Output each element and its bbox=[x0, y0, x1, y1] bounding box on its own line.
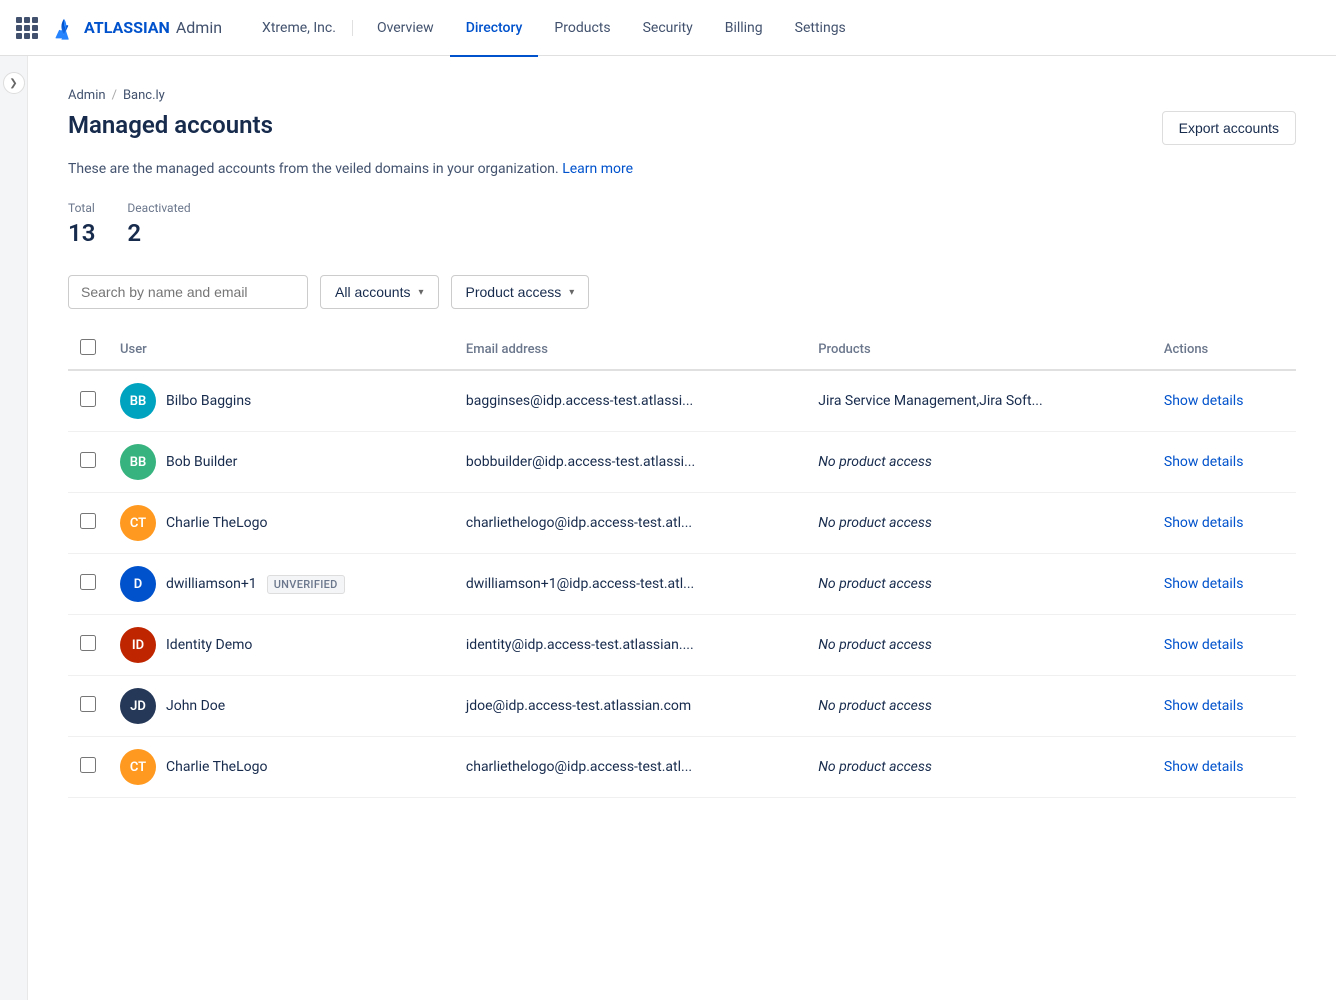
user-email: bagginses@idp.access-test.atlassi... bbox=[454, 370, 806, 432]
stat-total-label: Total bbox=[68, 201, 95, 215]
logo-atlassian-text: ATLASSIAN bbox=[84, 18, 170, 37]
table-row: BB Bob Builder bobbuilder@idp.access-test.… bbox=[68, 432, 1296, 493]
product-access-label: Product access bbox=[466, 284, 562, 300]
user-name: Charlie TheLogo bbox=[166, 515, 267, 531]
nav-item-settings[interactable]: Settings bbox=[779, 1, 862, 57]
description: These are the managed accounts from the … bbox=[68, 161, 1296, 177]
user-name: Charlie TheLogo bbox=[166, 759, 267, 775]
show-details-link[interactable]: Show details bbox=[1164, 759, 1244, 775]
product-access-dropdown[interactable]: Product access ▾ bbox=[451, 275, 590, 309]
row-checkbox[interactable] bbox=[80, 635, 96, 651]
breadcrumb-admin[interactable]: Admin bbox=[68, 88, 106, 103]
user-name: Identity Demo bbox=[166, 637, 252, 653]
filters: All accounts ▾ Product access ▾ bbox=[68, 275, 1296, 309]
user-email: charliethelogo@idp.access-test.atl... bbox=[454, 737, 806, 798]
stat-deactivated: Deactivated 2 bbox=[127, 201, 190, 247]
user-email: charliethelogo@idp.access-test.atl... bbox=[454, 493, 806, 554]
nav-item-billing[interactable]: Billing bbox=[709, 1, 779, 57]
row-checkbox[interactable] bbox=[80, 452, 96, 468]
export-accounts-button[interactable]: Export accounts bbox=[1162, 111, 1296, 145]
user-email: bobbuilder@idp.access-test.atlassi... bbox=[454, 432, 806, 493]
col-header-email: Email address bbox=[454, 329, 806, 370]
atlassian-logo: ATLASSIAN Admin bbox=[50, 14, 222, 42]
breadcrumb: Admin / Banc.ly bbox=[68, 88, 1296, 103]
show-details-link[interactable]: Show details bbox=[1164, 698, 1244, 714]
all-accounts-dropdown[interactable]: All accounts ▾ bbox=[320, 275, 439, 309]
avatar: JD bbox=[120, 688, 156, 724]
stat-total: Total 13 bbox=[68, 201, 95, 247]
avatar: BB bbox=[120, 444, 156, 480]
sidebar-toggle-btn[interactable]: ❯ bbox=[3, 72, 25, 94]
user-products: No product access bbox=[806, 493, 1152, 554]
show-details-link[interactable]: Show details bbox=[1164, 576, 1244, 592]
row-checkbox[interactable] bbox=[80, 513, 96, 529]
user-name: dwilliamson+1 bbox=[166, 576, 257, 592]
topnav: ATLASSIAN Admin Xtreme, Inc. Overview Di… bbox=[0, 0, 1336, 56]
page-title: Managed accounts bbox=[68, 111, 273, 139]
nav-item-directory[interactable]: Directory bbox=[450, 1, 539, 57]
all-accounts-label: All accounts bbox=[335, 284, 410, 300]
user-products: No product access bbox=[806, 615, 1152, 676]
table-row: ID Identity Demo identity@idp.access-test.… bbox=[68, 615, 1296, 676]
col-header-products: Products bbox=[806, 329, 1152, 370]
grid-icon[interactable] bbox=[16, 17, 38, 39]
show-details-link[interactable]: Show details bbox=[1164, 393, 1244, 409]
user-products: Jira Service Management,Jira Soft... bbox=[806, 370, 1152, 432]
user-name: Bob Builder bbox=[166, 454, 237, 470]
col-header-actions: Actions bbox=[1152, 329, 1296, 370]
table-row: BB Bilbo Baggins bagginses@idp.access-test… bbox=[68, 370, 1296, 432]
page-header: Managed accounts Export accounts bbox=[68, 111, 1296, 145]
avatar: D bbox=[120, 566, 156, 602]
row-checkbox[interactable] bbox=[80, 696, 96, 712]
nav-item-products[interactable]: Products bbox=[538, 1, 626, 57]
accounts-table: User Email address Products Actions BB Bi… bbox=[68, 329, 1296, 798]
show-details-link[interactable]: Show details bbox=[1164, 515, 1244, 531]
user-products: No product access bbox=[806, 676, 1152, 737]
select-all-checkbox[interactable] bbox=[80, 339, 96, 355]
avatar: CT bbox=[120, 749, 156, 785]
user-email: jdoe@idp.access-test.atlassian.com bbox=[454, 676, 806, 737]
chevron-down-icon: ▾ bbox=[418, 287, 423, 298]
row-checkbox[interactable] bbox=[80, 391, 96, 407]
user-products: No product access bbox=[806, 432, 1152, 493]
user-products: No product access bbox=[806, 554, 1152, 615]
user-products: No product access bbox=[806, 737, 1152, 798]
table-row: CT Charlie TheLogo charliethelogo@idp.acce… bbox=[68, 493, 1296, 554]
avatar: ID bbox=[120, 627, 156, 663]
description-text: These are the managed accounts from the … bbox=[68, 161, 559, 177]
col-header-user: User bbox=[108, 329, 454, 370]
row-checkbox[interactable] bbox=[80, 757, 96, 773]
user-name: John Doe bbox=[166, 698, 225, 714]
learn-more-link[interactable]: Learn more bbox=[562, 161, 633, 177]
table-row: CT Charlie TheLogo charliethelogo@idp.acce… bbox=[68, 737, 1296, 798]
chevron-down-icon-2: ▾ bbox=[569, 287, 574, 298]
show-details-link[interactable]: Show details bbox=[1164, 637, 1244, 653]
breadcrumb-sep: / bbox=[112, 88, 117, 103]
show-details-link[interactable]: Show details bbox=[1164, 454, 1244, 470]
nav-item-overview[interactable]: Overview bbox=[361, 1, 450, 57]
stat-deactivated-value: 2 bbox=[127, 219, 190, 247]
unverified-badge: UNVERIFIED bbox=[267, 575, 345, 594]
nav-item-security[interactable]: Security bbox=[627, 1, 709, 57]
breadcrumb-org[interactable]: Banc.ly bbox=[123, 88, 165, 103]
main-content: Admin / Banc.ly Managed accounts Export … bbox=[28, 56, 1336, 1000]
row-checkbox[interactable] bbox=[80, 574, 96, 590]
search-input[interactable] bbox=[68, 275, 308, 309]
col-check bbox=[68, 329, 108, 370]
table-row: JD John Doe jdoe@idp.access-test.atlassian… bbox=[68, 676, 1296, 737]
table-row: Ddwilliamson+1 UNVERIFIED dwilliamson+1@id… bbox=[68, 554, 1296, 615]
logo-admin-text: Admin bbox=[176, 18, 222, 37]
nav-items: Overview Directory Products Security Bil… bbox=[361, 0, 862, 56]
stat-total-value: 13 bbox=[68, 219, 95, 247]
layout: ❯ Admin / Banc.ly Managed accounts Expor… bbox=[0, 56, 1336, 1000]
user-email: dwilliamson+1@idp.access-test.atl... bbox=[454, 554, 806, 615]
stats: Total 13 Deactivated 2 bbox=[68, 201, 1296, 247]
stat-deactivated-label: Deactivated bbox=[127, 201, 190, 215]
sidebar-toggle[interactable]: ❯ bbox=[0, 56, 28, 1000]
avatar: CT bbox=[120, 505, 156, 541]
user-name: Bilbo Baggins bbox=[166, 393, 251, 409]
user-email: identity@idp.access-test.atlassian.... bbox=[454, 615, 806, 676]
avatar: BB bbox=[120, 383, 156, 419]
org-name[interactable]: Xtreme, Inc. bbox=[246, 20, 353, 36]
